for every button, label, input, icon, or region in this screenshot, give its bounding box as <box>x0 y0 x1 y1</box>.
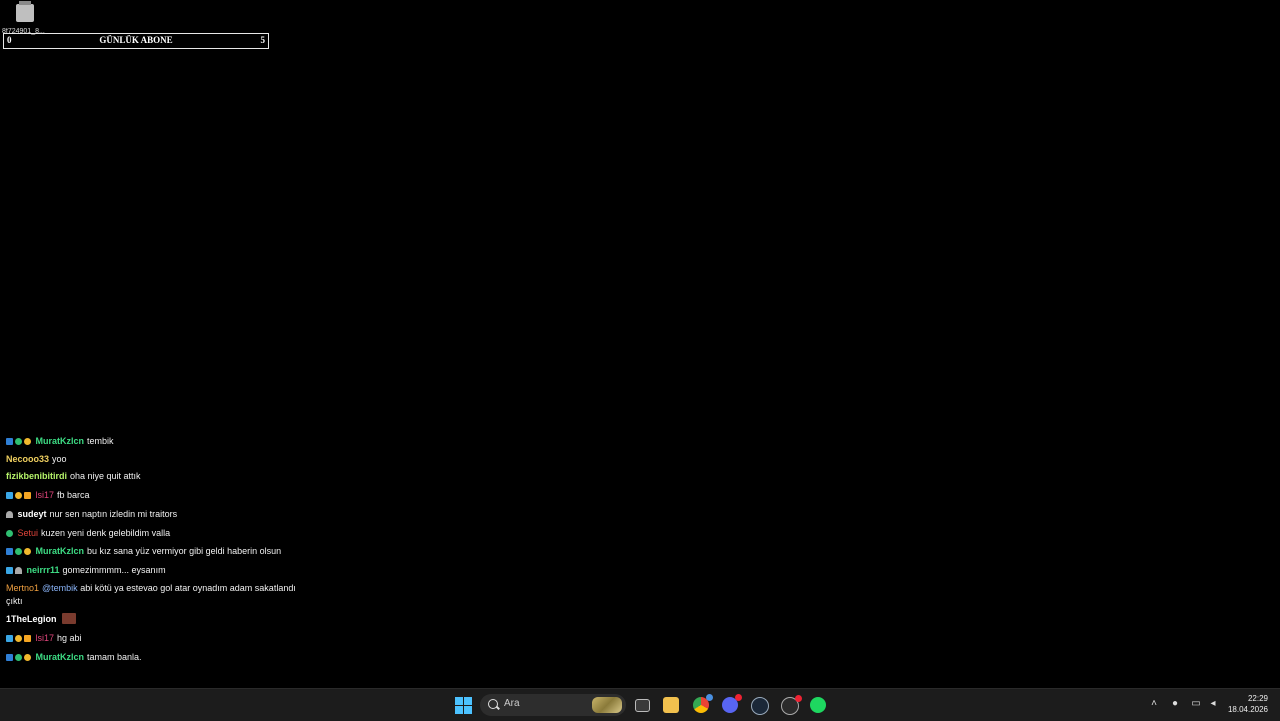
badge-icon <box>24 548 31 555</box>
chat-username: Mertno1 <box>6 583 40 593</box>
notification-badge <box>735 694 742 701</box>
badge-icon <box>15 635 22 642</box>
chat-mention: @tembik <box>42 583 78 593</box>
chat-message: MuratKzlcn bu kız sana yüz vermiyor gibi … <box>6 545 296 558</box>
chrome-icon[interactable] <box>693 694 713 713</box>
chat-text: oha niye quit attık <box>70 471 141 481</box>
badge-icon <box>6 635 13 642</box>
badge-icon <box>6 438 13 445</box>
badge-icon <box>6 548 13 555</box>
chat-username: MuratKzlcn <box>35 436 85 446</box>
task-view-icon[interactable] <box>635 699 650 712</box>
badge-icon <box>15 567 22 574</box>
badge-icon <box>24 635 31 642</box>
emote-icon <box>61 613 76 624</box>
badge-icon <box>15 654 22 661</box>
search-highlight-image <box>592 697 622 713</box>
chat-message: fizikbenibitirdi oha niye quit attık <box>6 470 296 483</box>
file-icon <box>16 1 34 22</box>
badge-icon <box>24 438 31 445</box>
chat-text: hg abi <box>57 633 82 643</box>
chat-message: Necooo33 yoo <box>6 453 296 466</box>
chat-username: Necooo33 <box>6 454 50 464</box>
badge-icon <box>6 530 13 537</box>
obs-icon[interactable] <box>781 695 802 715</box>
chat-message: MuratKzlcn tamam banla. <box>6 651 296 664</box>
badge-icon <box>24 492 31 499</box>
steam-icon[interactable] <box>751 697 769 715</box>
chat-message: 1TheLegion <box>6 613 296 626</box>
discord-icon[interactable] <box>722 694 742 713</box>
chat-message: neirrr11 gomezimmmm... eysanım <box>6 564 296 577</box>
volume-icon[interactable]: ◂ <box>1207 698 1219 710</box>
badge-icon <box>6 511 13 518</box>
file-explorer-icon[interactable] <box>663 697 679 713</box>
badge-icon <box>24 654 31 661</box>
chat-text: tembik <box>87 436 114 446</box>
chat-message: Mertno1 @tembik abi kötü ya estevao gol a… <box>6 582 296 608</box>
start-icon[interactable] <box>455 697 472 714</box>
search-placeholder: Ara <box>504 698 520 709</box>
chat-username: MuratKzlcn <box>35 546 85 556</box>
chat-username: 1TheLegion <box>6 614 57 624</box>
notification-badge <box>706 694 713 701</box>
chat-username: sudeyt <box>17 509 47 519</box>
notification-badge <box>795 695 802 702</box>
network-icon[interactable]: ▭ <box>1190 698 1202 710</box>
chat-username: lsi17 <box>35 490 55 500</box>
chat-message: lsi17 hg abi <box>6 632 296 645</box>
chat-text: tamam banla. <box>87 652 142 662</box>
goal-title: GÜNLÜK ABONE <box>99 35 173 45</box>
chat-message: Setui kuzen yeni denk gelebildim valla <box>6 527 296 540</box>
search-box[interactable]: Ara <box>480 694 626 716</box>
desktop-file-icon[interactable]: 8f724901_8... <box>2 1 48 35</box>
chat-text: yoo <box>52 454 67 464</box>
chat-message: sudeyt nur sen naptın izledin mi traitors <box>6 508 296 521</box>
chat-message: MuratKzlcn tembik <box>6 435 296 448</box>
chat-username: MuratKzlcn <box>35 652 85 662</box>
system-clock[interactable]: 22:29 18.04.2026 <box>1228 693 1268 715</box>
chat-text: nur sen naptın izledin mi traitors <box>49 509 178 519</box>
chat-username: fizikbenibitirdi <box>6 471 68 481</box>
chat-message: lsi17 fb barca <box>6 489 296 502</box>
microphone-icon[interactable]: ● <box>1169 698 1181 710</box>
chat-username: lsi17 <box>35 633 55 643</box>
search-icon <box>488 699 498 709</box>
goal-target-value: 5 <box>260 35 266 45</box>
clock-date: 18.04.2026 <box>1227 705 1268 714</box>
badge-icon <box>15 438 22 445</box>
chevron-up-icon[interactable]: ˄ <box>1148 698 1160 710</box>
clock-time: 22:29 <box>1247 694 1268 703</box>
badge-icon <box>6 492 13 499</box>
spotify-icon[interactable] <box>810 697 826 713</box>
chat-text: kuzen yeni denk gelebildim valla <box>41 528 171 538</box>
chat-username: Setui <box>17 528 39 538</box>
chat-text: gomezimmmm... eysanım <box>62 565 166 575</box>
taskbar: Ara ˄ ● ▭ ◂ 22:29 18.04.2026 <box>0 688 1280 721</box>
badge-icon <box>6 654 13 661</box>
chat-text: bu kız sana yüz vermiyor gibi geldi habe… <box>87 546 282 556</box>
badge-icon <box>6 567 13 574</box>
chat-overlay: MuratKzlcn tembik Necooo33 yoo fizikbenibi… <box>0 433 300 668</box>
subscriber-goal-bar: 0 GÜNLÜK ABONE 5 <box>3 33 269 49</box>
badge-icon <box>15 492 22 499</box>
chat-username: neirrr11 <box>26 565 60 575</box>
badge-icon <box>15 548 22 555</box>
chat-text: fb barca <box>57 490 90 500</box>
